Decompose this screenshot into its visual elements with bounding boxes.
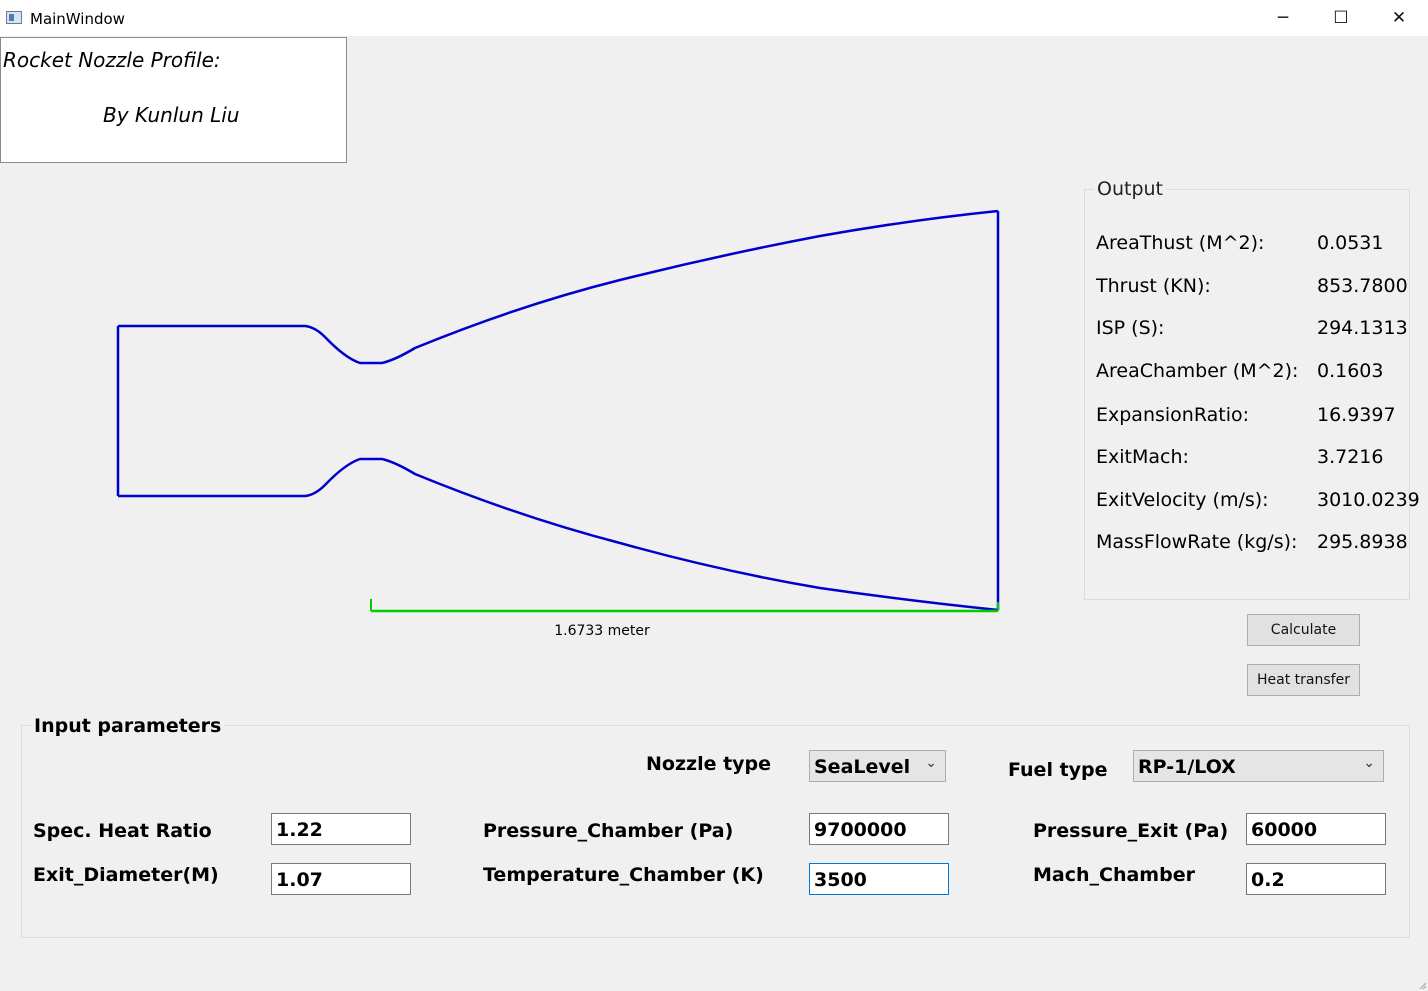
exit-diameter-field[interactable]: 1.07 [271,863,411,895]
nozzle-type-value: SeaLevel [814,756,911,778]
output-value: 3.7216 [1317,446,1384,468]
length-scale-label: 1.6733 meter [554,623,650,639]
output-label: Thrust (KN): [1096,275,1211,297]
output-value: 295.8938 [1317,531,1408,553]
chevron-down-icon: ⌄ [925,755,937,771]
pressure-exit-label: Pressure_Exit (Pa) [1033,820,1229,842]
nozzle-type-select[interactable]: SeaLevel ⌄ [809,750,946,782]
fuel-type-select[interactable]: RP-1/LOX ⌄ [1133,750,1384,782]
exit-diameter-label: Exit_Diameter(M) [33,864,219,886]
pressure-chamber-field[interactable]: 9700000 [809,813,949,845]
output-value: 3010.0239 [1317,489,1420,511]
output-label: ExpansionRatio: [1096,404,1250,426]
output-label: ExitMach: [1096,446,1189,468]
pressure-chamber-label: Pressure_Chamber (Pa) [483,820,734,842]
output-value: 294.1313 [1317,317,1408,339]
spec-heat-ratio-label: Spec. Heat Ratio [33,820,212,842]
mach-chamber-label: Mach_Chamber [1033,864,1195,886]
output-label: ISP (S): [1096,317,1165,339]
nozzle-type-label: Nozzle type [646,753,772,775]
pressure-exit-field[interactable]: 60000 [1246,813,1386,845]
calculate-button[interactable]: Calculate [1247,614,1360,646]
output-label: AreaThust (M^2): [1096,232,1265,254]
output-value: 16.9397 [1317,404,1396,426]
resize-grip-icon[interactable] [1418,981,1426,989]
output-value: 0.0531 [1317,232,1384,254]
spec-heat-ratio-field[interactable]: 1.22 [271,813,411,845]
output-label: ExitVelocity (m/s): [1096,489,1269,511]
temperature-chamber-field[interactable]: 3500 [809,863,949,895]
input-group-title: Input parameters [31,715,225,737]
fuel-type-value: RP-1/LOX [1138,756,1236,778]
fuel-type-label: Fuel type [1008,759,1108,781]
temperature-chamber-label: Temperature_Chamber (K) [483,864,764,886]
output-label: MassFlowRate (kg/s): [1096,531,1298,553]
output-value: 853.7800 [1317,275,1408,297]
heat-transfer-button[interactable]: Heat transfer [1247,664,1360,696]
nozzle-lower-wall [118,457,999,612]
chevron-down-icon: ⌄ [1363,755,1375,771]
output-value: 0.1603 [1317,360,1384,382]
output-label: AreaChamber (M^2): [1096,360,1299,382]
nozzle-upper-wall [118,209,999,365]
output-group-title: Output [1094,178,1166,200]
mach-chamber-field[interactable]: 0.2 [1246,863,1386,895]
